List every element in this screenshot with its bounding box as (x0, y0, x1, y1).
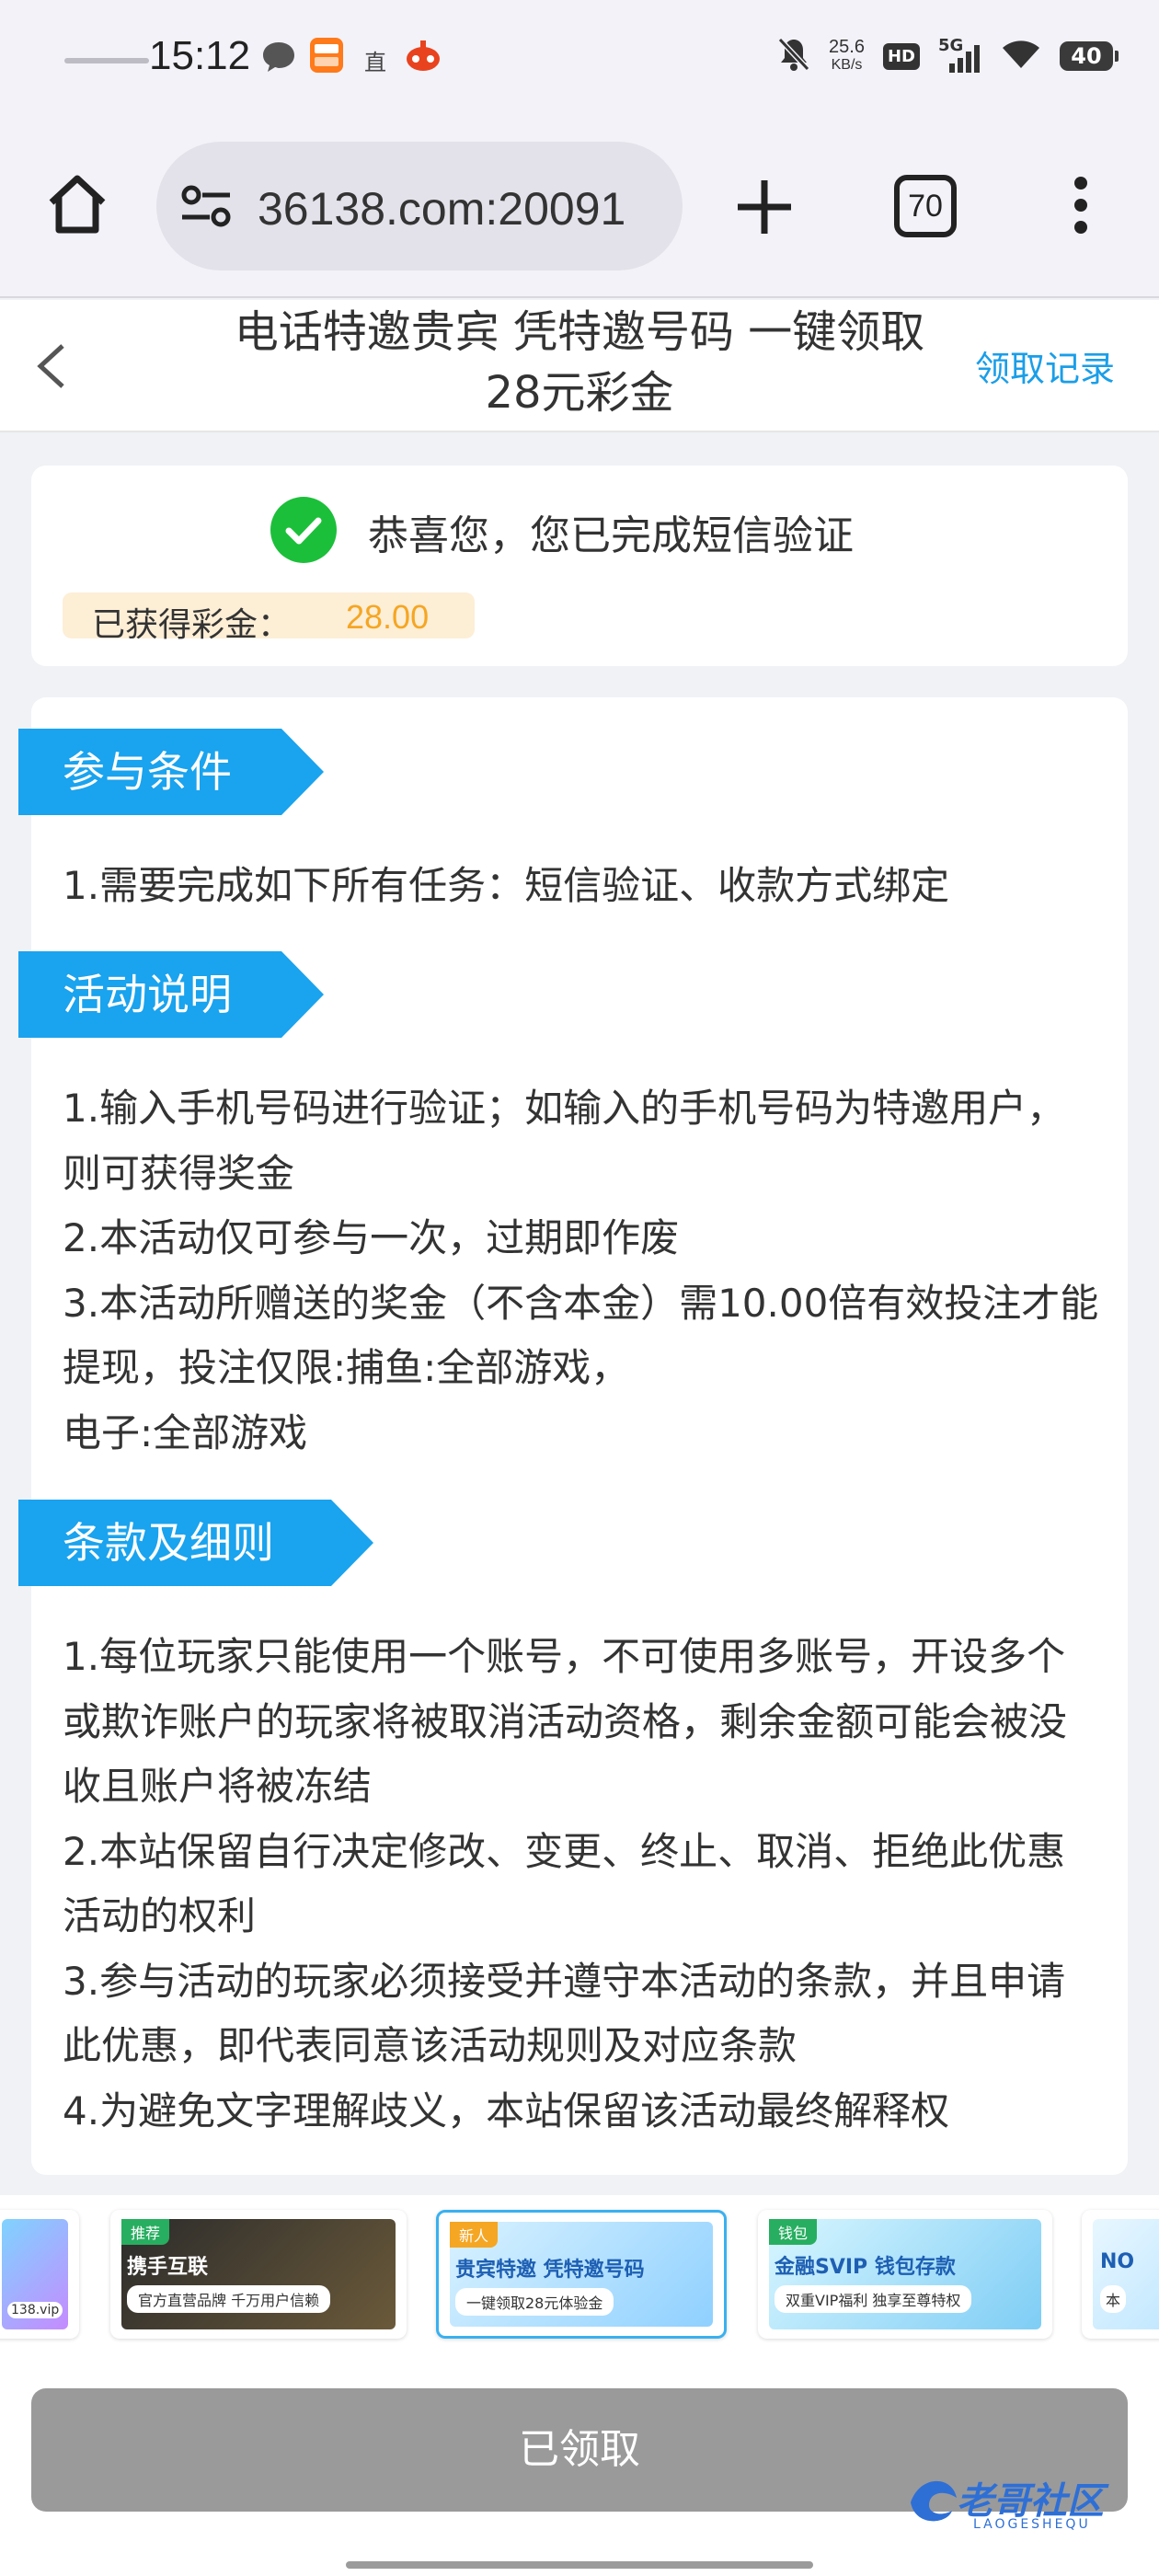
banner-subtitle: 一键领取28元体验金 (455, 2288, 614, 2316)
terms-line: 3.参与活动的玩家必须接受并遵守本活动的条款，并且申请此优惠，即代表同意该活动规… (63, 1958, 1066, 2069)
verification-success-card: 恭喜您，您已完成短信验证 已获得彩金： 28.00 (31, 466, 1128, 666)
hd-badge: HD (882, 42, 920, 70)
net-speed-value: 25.6 (829, 37, 865, 57)
gesture-home-indicator[interactable] (346, 2561, 813, 2569)
banner-title: 金融SVIP 钱包存款 (775, 2256, 956, 2279)
game-controller-icon (405, 37, 442, 77)
promo-banner-carousel[interactable]: 138.vip 推荐 携手互联 官方直营品牌 千万用户信赖 新人 贵宾特邀 凭特… (0, 2195, 1159, 2352)
live-icon: 直 (364, 50, 386, 75)
description-line: 1.输入手机号码进行验证；如输入的手机号码为特邀用户，则可获得奖金 (63, 1086, 1066, 1196)
url-text: 36138.com:20091 (258, 183, 626, 235)
description-line: 电子:全部游戏 (63, 1409, 308, 1455)
wifi-icon (1001, 39, 1041, 74)
section-title-conditions: 参与条件 (18, 729, 324, 815)
terms-line: 2.本站保留自行决定修改、变更、终止、取消、拒绝此优惠活动的权利 (63, 1828, 1066, 1939)
banner-subtitle: 本 (1100, 2285, 1127, 2313)
promo-banner[interactable]: 138.vip (0, 2210, 79, 2339)
net-speed-unit: KB/s (831, 57, 863, 73)
plus-icon (738, 180, 791, 234)
terms-line: 1.每位玩家只能使用一个账号，不可使用多账号，开设多个或欺诈账户的玩家将被取消活… (63, 1634, 1068, 1809)
success-check-icon (270, 497, 337, 563)
banner-subtitle: 双重VIP福利 独享至尊特权 (775, 2285, 972, 2313)
section-title-description: 活动说明 (18, 951, 324, 1038)
success-message: 恭喜您，您已完成短信验证 (368, 512, 854, 559)
address-bar[interactable]: 36138.com:20091 (156, 142, 683, 270)
terms-line: 4.为避免文字理解歧义，本站保留该活动最终解释权 (63, 2087, 950, 2133)
more-menu-icon[interactable] (1067, 171, 1095, 245)
tab-switcher-button[interactable]: 70 (894, 175, 957, 237)
conditions-text: 1.需要完成如下所有任务：短信验证、收款方式绑定 (63, 854, 1102, 919)
watermark-logo: 老哥社区 LAOGESHEQU (901, 2466, 1141, 2539)
banner-tag: 钱包 (769, 2219, 818, 2245)
banner-tag: 新人 (450, 2222, 499, 2248)
section-title-terms: 条款及细则 (18, 1500, 373, 1586)
status-right: 25.6 KB/s HD 5G 40 (777, 36, 1119, 75)
chevron-left-icon (37, 344, 64, 388)
page-header: 电话特邀贵宾 凭特邀号码 一键领取28元彩金 领取记录 (0, 300, 1159, 432)
chat-bubble-icon (261, 40, 296, 77)
condition-line: 1.需要完成如下所有任务：短信验证、收款方式绑定 (63, 863, 950, 908)
new-tab-button[interactable] (732, 175, 797, 239)
taobao-app-icon (309, 37, 344, 77)
bonus-label: 已获得彩金： (92, 606, 292, 644)
promo-banner[interactable]: 推荐 携手互联 官方直营品牌 千万用户信赖 (110, 2210, 407, 2339)
status-pill (64, 58, 149, 63)
claim-records-link[interactable]: 领取记录 (975, 340, 1115, 391)
back-button[interactable] (33, 342, 70, 390)
banner-tag: 推荐 (121, 2219, 170, 2245)
bottom-action-bar: 已领取 老哥社区 LAOGESHEQU (0, 2352, 1159, 2576)
net-speed: 25.6 KB/s (829, 38, 865, 75)
browser-toolbar: 36138.com:20091 70 (0, 120, 1159, 298)
status-bar: 15:12 直 25.6 KB/s HD 5G 40 (0, 0, 1159, 120)
mute-bell-icon (777, 37, 810, 75)
site-settings-icon[interactable] (178, 182, 234, 234)
signal-icon: 5G (938, 36, 982, 73)
promo-banner[interactable]: 钱包 金融SVIP 钱包存款 双重VIP福利 独享至尊特权 (758, 2210, 1052, 2339)
banner-title: NO (1100, 2250, 1135, 2273)
network-type: 5G (938, 36, 964, 55)
description-line: 3.本活动所赠送的奖金（不含本金）需10.00倍有效投注才能提现，投注仅限:捕鱼… (63, 1280, 1099, 1391)
bonus-badge: 已获得彩金： 28.00 (63, 592, 475, 644)
watermark-subtext: LAOGESHEQU (973, 2517, 1091, 2532)
activity-rules-card: 参与条件 1.需要完成如下所有任务：短信验证、收款方式绑定 活动说明 1.输入手… (31, 697, 1128, 2175)
promo-banner-active[interactable]: 新人 贵宾特邀 凭特邀号码 一键领取28元体验金 (436, 2210, 727, 2339)
banner-subtitle: 138.vip (7, 2302, 63, 2318)
promo-banner[interactable]: NO 本 (1082, 2210, 1159, 2339)
home-button[interactable] (44, 171, 110, 237)
bonus-amount: 28.00 (346, 598, 430, 636)
description-text: 1.输入手机号码进行验证；如输入的手机号码为特邀用户，则可获得奖金 2.本活动仅… (63, 1076, 1102, 1466)
status-time: 15:12 (149, 33, 251, 78)
home-icon (49, 175, 106, 234)
description-line: 2.本活动仅可参与一次，过期即作废 (63, 1215, 680, 1260)
banner-title: 携手互联 (127, 2256, 209, 2279)
battery-icon: 40 (1060, 41, 1119, 71)
terms-text: 1.每位玩家只能使用一个账号，不可使用多账号，开设多个或欺诈账户的玩家将被取消活… (63, 1625, 1102, 2144)
banner-subtitle: 官方直营品牌 千万用户信赖 (127, 2285, 331, 2313)
banner-title: 贵宾特邀 凭特邀号码 (455, 2259, 645, 2282)
page-title: 电话特邀贵宾 凭特邀号码 一键领取28元彩金 (234, 306, 925, 419)
